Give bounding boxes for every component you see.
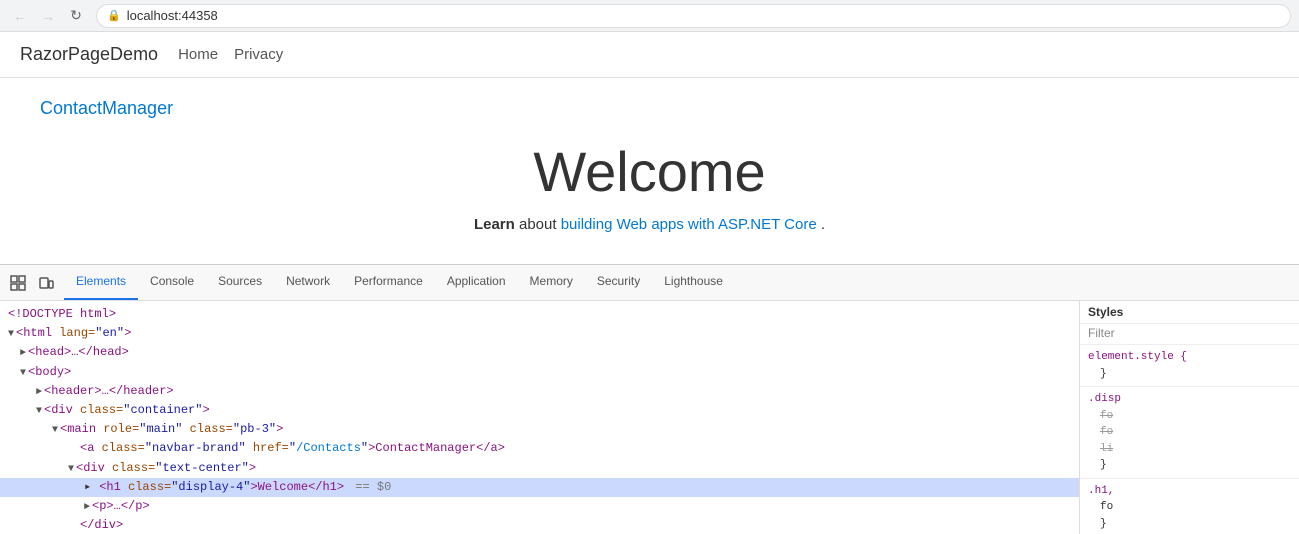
website-content: RazorPageDemo Home Privacy ContactManage… <box>0 32 1299 264</box>
tab-security[interactable]: Security <box>585 264 652 300</box>
devtools-body: <!DOCTYPE html> ▼<html lang="en"> ►<head… <box>0 301 1299 534</box>
style-block-h1-1: .h1, fo } <box>1080 479 1299 534</box>
selected-mark: == $0 <box>355 480 391 494</box>
browser-toolbar: ← → ↻ 🔒 localhost:44358 <box>0 0 1299 32</box>
code-line-main[interactable]: ▼<main role="main" class="pb-3"> <box>0 420 1079 439</box>
refresh-button[interactable]: ↻ <box>64 4 88 28</box>
style-selector-element: element.style { <box>1088 349 1291 366</box>
site-brand[interactable]: RazorPageDemo <box>20 44 158 65</box>
learn-paragraph: Learn about building Web apps with ASP.N… <box>40 216 1259 233</box>
site-navbar: RazorPageDemo Home Privacy <box>0 32 1299 78</box>
contact-manager-link[interactable]: ContactManager <box>40 98 1259 119</box>
devtools-toolbar: Elements Console Sources Network Perform… <box>0 265 1299 301</box>
tab-performance[interactable]: Performance <box>342 264 435 300</box>
code-line-p[interactable]: ►<p>…</p> <box>0 497 1079 516</box>
code-line-head[interactable]: ►<head>…</head> <box>0 343 1079 362</box>
code-line-div-container[interactable]: ▼<div class="container"> <box>0 401 1079 420</box>
style-selector-disp: .disp <box>1088 391 1291 408</box>
code-line-h1-selected[interactable]: ▸ <h1 class="display-4">Welcome</h1> == … <box>0 478 1079 497</box>
nav-privacy-link[interactable]: Privacy <box>234 46 283 63</box>
tab-lighthouse[interactable]: Lighthouse <box>652 264 735 300</box>
styles-panel-header: Styles <box>1080 301 1299 324</box>
tab-console[interactable]: Console <box>138 264 206 300</box>
devtools-panel: Elements Console Sources Network Perform… <box>0 264 1299 534</box>
triangle-head[interactable]: ► <box>20 348 26 359</box>
tab-network[interactable]: Network <box>274 264 342 300</box>
inspect-element-button[interactable] <box>4 269 32 297</box>
tab-memory[interactable]: Memory <box>518 264 585 300</box>
style-prop-li: li <box>1088 441 1291 458</box>
style-brace-h1-1: } <box>1088 516 1291 533</box>
styles-filter[interactable]: Filter <box>1080 324 1299 345</box>
code-line-close-div1: </div> <box>0 516 1079 534</box>
learn-link[interactable]: building Web apps with ASP.NET Core <box>561 216 817 233</box>
address-bar[interactable]: 🔒 localhost:44358 <box>96 4 1291 28</box>
triangle-html[interactable]: ▼ <box>8 329 14 340</box>
nav-home-link[interactable]: Home <box>178 46 218 63</box>
style-block-element: element.style { } <box>1080 345 1299 387</box>
style-selector-h1-1: .h1, <box>1088 483 1291 500</box>
code-line-doctype: <!DOCTYPE html> <box>0 305 1079 324</box>
triangle-text-center[interactable]: ▼ <box>68 464 74 475</box>
learn-period: . <box>821 216 825 233</box>
device-toggle-button[interactable] <box>32 269 60 297</box>
code-line-body[interactable]: ▼<body> <box>0 363 1079 382</box>
welcome-section: Welcome Learn about building Web apps wi… <box>40 129 1259 253</box>
triangle-main[interactable]: ▼ <box>52 425 58 436</box>
lock-icon: 🔒 <box>107 9 121 22</box>
style-prop-fo2: fo <box>1088 424 1291 441</box>
code-line-html[interactable]: ▼<html lang="en"> <box>0 324 1079 343</box>
triangle-header[interactable]: ► <box>36 387 42 398</box>
tab-application[interactable]: Application <box>435 264 518 300</box>
styles-panel: Styles Filter element.style { } .disp fo… <box>1079 301 1299 534</box>
elements-panel: <!DOCTYPE html> ▼<html lang="en"> ►<head… <box>0 301 1079 534</box>
learn-bold-text: Learn <box>474 216 515 233</box>
style-prop-fo1: fo <box>1088 408 1291 425</box>
triangle-container[interactable]: ▼ <box>36 406 42 417</box>
code-line-div-text-center[interactable]: ▼<div class="text-center"> <box>0 459 1079 478</box>
triangle-p[interactable]: ► <box>84 502 90 513</box>
welcome-heading: Welcome <box>40 139 1259 204</box>
back-button[interactable]: ← <box>8 4 32 28</box>
nav-buttons: ← → ↻ <box>8 4 88 28</box>
style-brace-disp: } <box>1088 457 1291 474</box>
tab-elements[interactable]: Elements <box>64 264 138 300</box>
page-body: ContactManager Welcome Learn about build… <box>0 78 1299 264</box>
code-line-anchor[interactable]: <a class="navbar-brand" href="/Contacts"… <box>0 439 1079 458</box>
style-prop-h1-fo: fo <box>1088 499 1291 516</box>
forward-button[interactable]: → <box>36 4 60 28</box>
style-block-disp: .disp fo fo li } <box>1080 387 1299 479</box>
style-brace: } <box>1088 366 1291 383</box>
devtools-tabs: Elements Console Sources Network Perform… <box>60 265 735 300</box>
triangle-body[interactable]: ▼ <box>20 368 26 379</box>
nav-links: Home Privacy <box>178 46 283 63</box>
learn-about-text: about <box>519 216 561 233</box>
tab-sources[interactable]: Sources <box>206 264 274 300</box>
url-text: localhost:44358 <box>127 8 218 23</box>
code-line-header[interactable]: ►<header>…</header> <box>0 382 1079 401</box>
